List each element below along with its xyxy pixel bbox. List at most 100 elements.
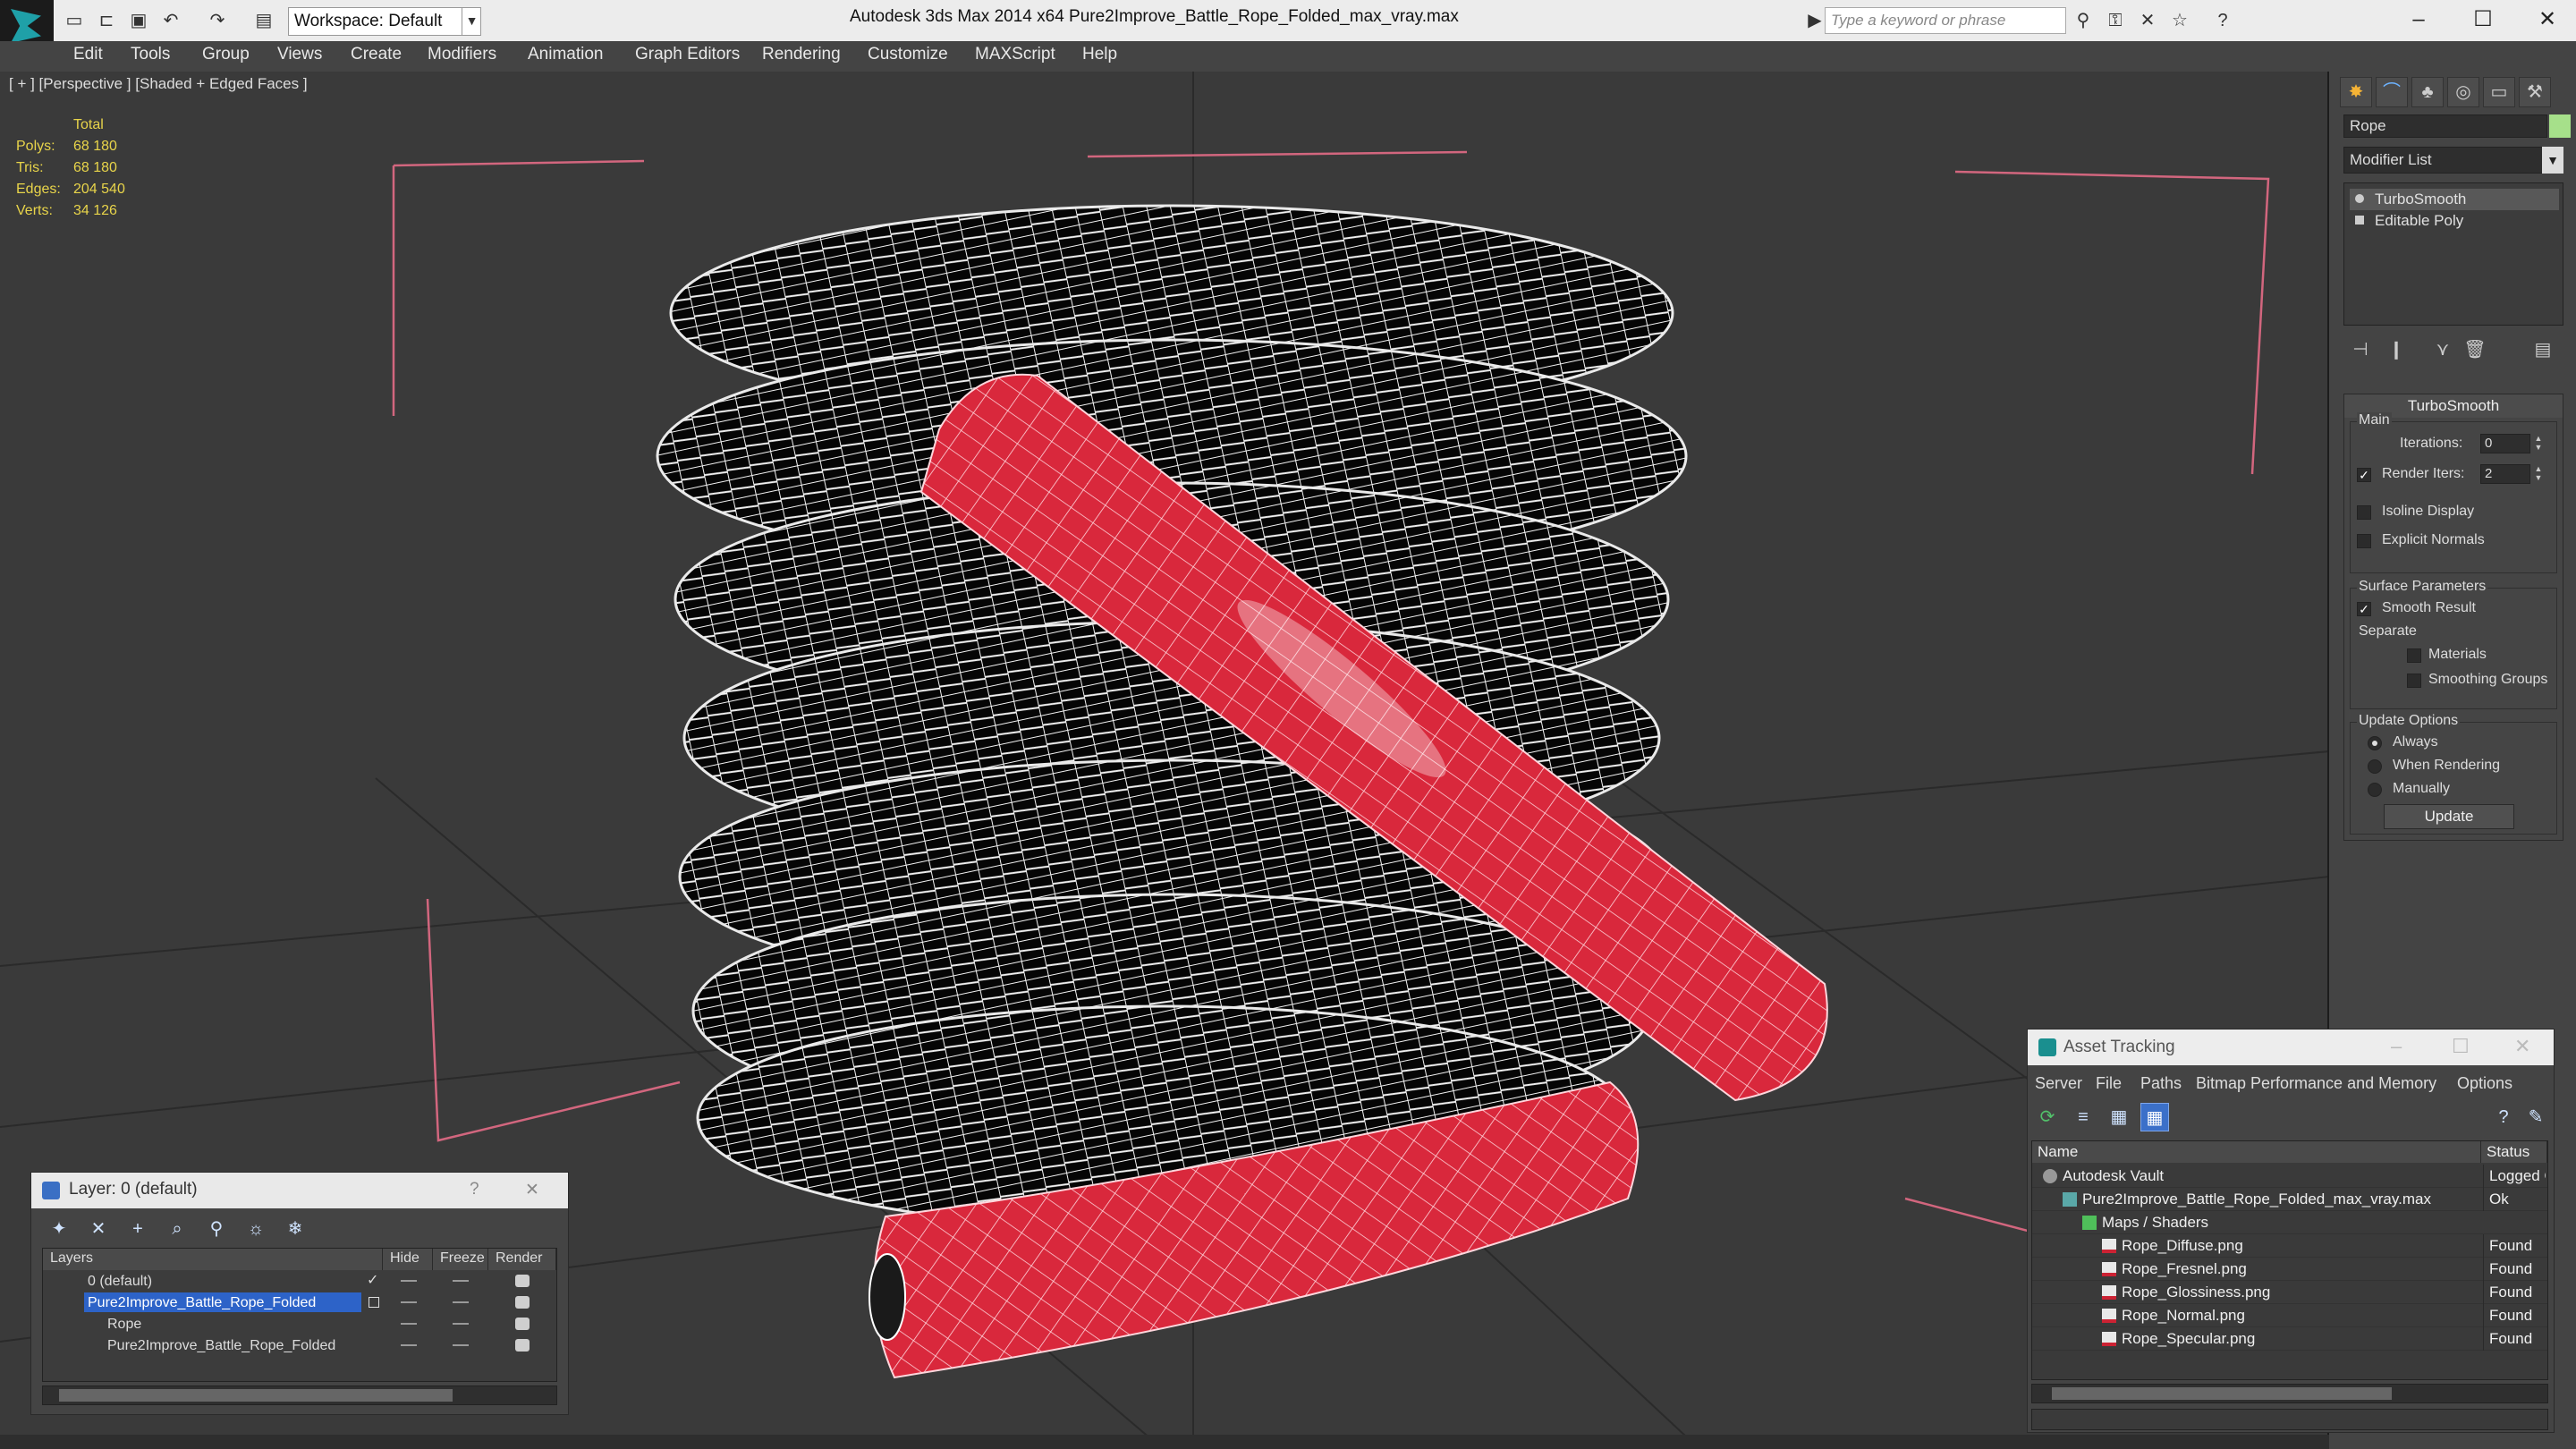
asset-menu-server[interactable]: Server <box>2035 1074 2082 1093</box>
menu-graph-editors[interactable]: Graph Editors <box>635 45 740 64</box>
viewport-label[interactable]: [ + ] [Perspective ] [Shaded + Edged Fac… <box>9 75 308 93</box>
asset-row[interactable]: Autodesk Vault Logged Out <box>2032 1165 2547 1188</box>
delete-layer-icon[interactable]: ✕ <box>85 1216 112 1242</box>
menu-create[interactable]: Create <box>351 45 402 64</box>
remove-modifier-icon[interactable]: 🗑 <box>2462 336 2488 363</box>
close-button[interactable]: ✕ <box>2526 4 2569 36</box>
menu-help[interactable]: Help <box>1082 45 1117 64</box>
object-name-field[interactable]: Rope <box>2343 114 2547 138</box>
scrollbar-thumb[interactable] <box>59 1389 453 1402</box>
show-end-result-icon[interactable]: ❙ <box>2383 336 2410 363</box>
modify-tab-icon[interactable]: ⌒ <box>2376 77 2408 107</box>
layer-dialog-titlebar[interactable]: Layer: 0 (default) ? ✕ <box>31 1173 568 1208</box>
render-teapot-icon[interactable] <box>515 1339 530 1352</box>
workspace-dropdown[interactable]: Workspace: Default <box>288 7 481 36</box>
asset-menu-bitmap-performance[interactable]: Bitmap Performance and Memory <box>2196 1074 2436 1093</box>
open-file-icon[interactable]: ⊏ <box>97 11 116 30</box>
configure-sets-icon[interactable]: ▤ <box>2529 336 2556 363</box>
freeze-toggle[interactable] <box>453 1344 469 1346</box>
current-layer-check-icon[interactable]: ✓ <box>367 1270 378 1292</box>
layer-row[interactable]: Rope <box>45 1313 555 1335</box>
binoculars-icon[interactable]: ⚲ <box>2073 11 2093 30</box>
spinner-arrows-icon[interactable]: ▲ ▼ <box>2532 464 2545 484</box>
modifier-list-dropdown[interactable]: Modifier List <box>2343 147 2563 174</box>
menu-modifiers[interactable]: Modifiers <box>428 45 496 64</box>
menu-views[interactable]: Views <box>277 45 322 64</box>
search-input[interactable]: Type a keyword or phrase <box>1825 7 2066 34</box>
display-tab-icon[interactable]: ▭ <box>2483 77 2515 107</box>
render-teapot-icon[interactable] <box>515 1275 530 1287</box>
menu-maxscript[interactable]: MAXScript <box>975 45 1055 64</box>
layer-row[interactable]: Pure2Improve_Battle_Rope_Folded <box>45 1335 555 1356</box>
update-button[interactable]: Update <box>2384 804 2514 829</box>
asset-horizontal-scrollbar[interactable] <box>2031 1384 2548 1403</box>
list-view-icon[interactable]: ≡ <box>2069 1103 2097 1131</box>
explicit-normals-checkbox[interactable] <box>2357 534 2371 548</box>
render-teapot-icon[interactable] <box>515 1296 530 1309</box>
asset-options-icon[interactable]: ✎ <box>2521 1103 2550 1131</box>
project-folder-icon[interactable]: ▤ <box>254 11 274 30</box>
object-color-swatch[interactable] <box>2549 114 2571 138</box>
separate-materials-checkbox[interactable] <box>2407 648 2421 663</box>
add-to-layer-icon[interactable]: + <box>124 1216 151 1242</box>
render-teapot-icon[interactable] <box>515 1318 530 1330</box>
menu-animation[interactable]: Animation <box>528 45 604 64</box>
new-file-icon[interactable]: ▭ <box>64 11 84 30</box>
column-freeze[interactable]: Freeze <box>433 1249 488 1270</box>
menu-tools[interactable]: Tools <box>131 45 170 64</box>
favorites-star-icon[interactable]: ☆ <box>2170 11 2190 30</box>
redo-icon[interactable]: ↷ <box>208 11 227 30</box>
render-iters-checkbox[interactable]: ✓ <box>2357 468 2371 482</box>
layer-name[interactable]: 0 (default) <box>84 1271 157 1291</box>
asset-row[interactable]: Pure2Improve_Battle_Rope_Folded_max_vray… <box>2032 1188 2547 1211</box>
layer-help-button[interactable]: ? <box>470 1180 479 1199</box>
asset-menu-options[interactable]: Options <box>2457 1074 2512 1093</box>
create-layer-icon[interactable]: ✦ <box>46 1216 72 1242</box>
motion-tab-icon[interactable]: ◎ <box>2447 77 2479 107</box>
layer-row[interactable]: 0 (default) ✓ <box>45 1270 555 1292</box>
column-name[interactable]: Name <box>2032 1141 2481 1163</box>
asset-maximize-button[interactable]: ☐ <box>2452 1035 2470 1058</box>
freeze-toggle[interactable] <box>453 1280 469 1282</box>
iterations-spinner[interactable]: 0 <box>2480 434 2530 453</box>
menu-rendering[interactable]: Rendering <box>762 45 841 64</box>
chevron-down-icon[interactable]: ▼ <box>2542 147 2563 174</box>
column-hide[interactable]: Hide <box>383 1249 433 1270</box>
asset-row[interactable]: Maps / Shaders <box>2032 1211 2547 1234</box>
column-status[interactable]: Status <box>2481 1141 2547 1163</box>
column-render[interactable]: Render <box>488 1249 556 1270</box>
hide-toggle[interactable] <box>401 1301 417 1303</box>
lightbulb-icon[interactable] <box>2355 194 2364 203</box>
isoline-display-checkbox[interactable] <box>2357 505 2371 520</box>
table-view-icon[interactable]: ▦ <box>2105 1103 2133 1131</box>
layer-name[interactable]: Pure2Improve_Battle_Rope_Folded <box>84 1292 361 1312</box>
freeze-toggle[interactable] <box>453 1323 469 1325</box>
separate-smoothing-groups-checkbox[interactable] <box>2407 674 2421 688</box>
create-tab-icon[interactable]: ✸ <box>2340 77 2372 107</box>
asset-path-field[interactable] <box>2031 1409 2548 1430</box>
select-in-layer-icon[interactable]: ⌕ <box>164 1216 191 1242</box>
chevron-down-icon[interactable]: ▼ <box>462 7 481 36</box>
highlight-layer-icon[interactable]: ⚲ <box>203 1216 230 1242</box>
asset-close-button[interactable]: ✕ <box>2514 1035 2530 1058</box>
layer-close-button[interactable]: ✕ <box>525 1180 539 1200</box>
menu-edit[interactable]: Edit <box>73 45 103 64</box>
asset-row[interactable]: Rope_Fresnel.png Found <box>2032 1258 2547 1281</box>
subscription-icon[interactable]: ⚿ <box>2106 11 2125 30</box>
hide-toggle[interactable] <box>401 1323 417 1325</box>
communication-icon[interactable]: ✕ <box>2138 11 2157 30</box>
maximize-button[interactable]: ☐ <box>2462 4 2504 36</box>
update-manually-radio[interactable] <box>2368 783 2382 797</box>
menu-customize[interactable]: Customize <box>868 45 948 64</box>
asset-row[interactable]: Rope_Normal.png Found <box>2032 1304 2547 1327</box>
update-always-radio[interactable] <box>2368 736 2382 750</box>
make-unique-icon[interactable]: ⋎ <box>2429 336 2456 363</box>
utilities-tab-icon[interactable]: ⚒ <box>2519 77 2551 107</box>
layer-horizontal-scrollbar[interactable] <box>42 1385 557 1405</box>
render-iters-spinner[interactable]: 2 <box>2480 464 2530 484</box>
asset-menu-paths[interactable]: Paths <box>2140 1074 2182 1093</box>
freeze-all-layers-icon[interactable]: ❄ <box>282 1216 309 1242</box>
hide-all-layers-icon[interactable]: ☼ <box>242 1216 269 1242</box>
asset-menu-file[interactable]: File <box>2096 1074 2122 1093</box>
layer-checkbox[interactable] <box>369 1297 379 1308</box>
